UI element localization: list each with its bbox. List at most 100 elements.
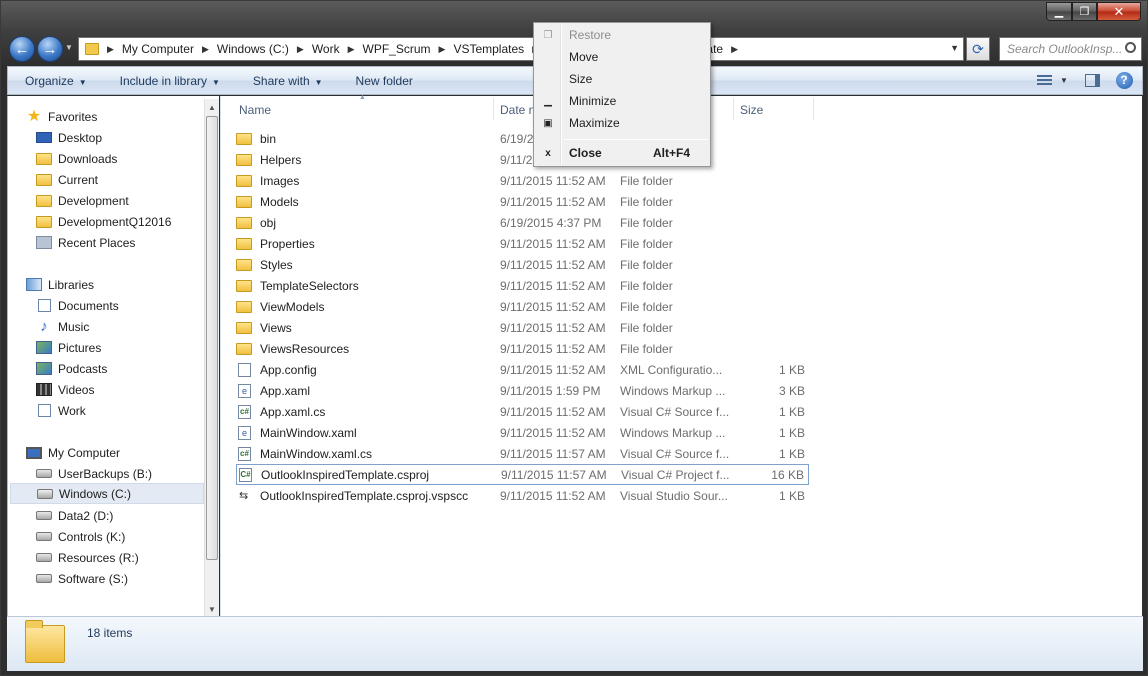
chevron-right-icon[interactable]: ▶: [439, 44, 446, 55]
file-name: MainWindow.xaml: [260, 425, 357, 440]
breadcrumb-windows-c[interactable]: Windows (C:): [217, 42, 289, 56]
file-row[interactable]: ⇆ OutlookInspiredTemplate.csproj.vspscc 9/…: [236, 485, 809, 506]
nav-item-development[interactable]: Development: [36, 190, 230, 211]
nav-item-data2-drive[interactable]: Data2 (D:): [36, 505, 230, 526]
chevron-right-icon[interactable]: ▶: [297, 44, 304, 55]
minimize-window-button[interactable]: ▁: [1046, 2, 1072, 21]
breadcrumb-vstemplates[interactable]: VSTemplates: [453, 42, 524, 56]
column-header-size[interactable]: Size: [740, 102, 763, 124]
file-row[interactable]: App.config 9/11/2015 11:52 AM XML Configur…: [236, 359, 809, 380]
nav-item-work[interactable]: Work: [36, 400, 230, 421]
nav-item-developmentq12016[interactable]: DevelopmentQ12016: [36, 211, 230, 232]
refresh-button[interactable]: ⟳: [966, 37, 990, 61]
close-window-button[interactable]: ✕: [1097, 2, 1141, 21]
nav-item-current[interactable]: Current: [36, 169, 230, 190]
file-row[interactable]: obj 6/19/2015 4:37 PM File folder: [236, 212, 809, 233]
organize-button[interactable]: Organize ▼: [8, 74, 103, 88]
file-row[interactable]: c# App.xaml.cs 9/11/2015 11:52 AM Visual C#…: [236, 401, 809, 422]
nav-item-videos[interactable]: Videos: [36, 379, 230, 400]
include-in-library-label: Include in library: [119, 73, 207, 88]
chevron-right-icon[interactable]: ▶: [731, 44, 738, 55]
nav-favorites[interactable]: ★ Favorites: [26, 106, 220, 127]
menu-item-move[interactable]: Move: [536, 46, 708, 68]
file-row[interactable]: ViewsResources 9/11/2015 11:52 AM File fol…: [236, 338, 809, 359]
file-row[interactable]: Views 9/11/2015 11:52 AM File folder: [236, 317, 809, 338]
search-icon[interactable]: [1125, 42, 1136, 53]
file-row[interactable]: c# MainWindow.xaml.cs 9/11/2015 11:57 AM Vi…: [236, 443, 809, 464]
nav-item-resources-drive[interactable]: Resources (R:): [36, 547, 230, 568]
breadcrumb-wpf-scrum[interactable]: WPF_Scrum: [363, 42, 431, 56]
file-row[interactable]: bin 6/19/2: [236, 128, 809, 149]
nav-item-podcasts[interactable]: Podcasts: [36, 358, 230, 379]
preview-pane-button[interactable]: [1082, 71, 1102, 89]
file-row[interactable]: Properties 9/11/2015 11:52 AM File folder: [236, 233, 809, 254]
menu-item-minimize[interactable]: ▁ Minimize: [536, 90, 708, 112]
column-divider[interactable]: [813, 98, 814, 120]
menu-item-size[interactable]: Size: [536, 68, 708, 90]
menu-item-maximize[interactable]: ▣ Maximize: [536, 112, 708, 134]
recent-pages-dropdown[interactable]: ▼: [65, 43, 73, 52]
breadcrumb-my-computer[interactable]: My Computer: [122, 42, 194, 56]
maximize-window-button[interactable]: ❐: [1072, 2, 1097, 21]
new-folder-button[interactable]: New folder: [339, 74, 429, 88]
file-type: Visual C# Project f...: [621, 467, 730, 482]
column-divider[interactable]: [493, 98, 494, 120]
chevron-down-icon[interactable]: ▼: [950, 43, 959, 53]
file-row[interactable]: Helpers 9/11/2: [236, 149, 809, 170]
file-type: File folder: [620, 257, 673, 272]
view-options-dropdown[interactable]: ▼: [1058, 71, 1070, 89]
breadcrumb-work[interactable]: Work: [312, 42, 340, 56]
share-with-label: Share with: [252, 73, 310, 88]
nav-item-pictures[interactable]: Pictures: [36, 337, 230, 358]
nav-item-downloads[interactable]: Downloads: [36, 148, 230, 169]
search-input[interactable]: Search OutlookInsp...: [999, 37, 1142, 61]
file-row[interactable]: C# OutlookInspiredTemplate.csproj 9/11/201…: [236, 464, 809, 485]
change-view-button[interactable]: [1034, 71, 1054, 89]
nav-item-documents[interactable]: Documents: [36, 295, 230, 316]
chevron-right-icon[interactable]: ▶: [348, 44, 355, 55]
file-row[interactable]: Styles 9/11/2015 11:52 AM File folder: [236, 254, 809, 275]
nav-scroll-thumb[interactable]: [206, 116, 218, 560]
include-in-library-button[interactable]: Include in library ▼: [103, 74, 236, 88]
file-name: obj: [260, 215, 277, 230]
folder-icon: [85, 43, 99, 55]
nav-my-computer[interactable]: My Computer: [26, 442, 220, 463]
share-with-button[interactable]: Share with ▼: [236, 74, 339, 88]
nav-item-music[interactable]: ♪ Music: [36, 316, 230, 337]
file-row[interactable]: e App.xaml 9/11/2015 1:59 PM Windows Markup…: [236, 380, 809, 401]
file-row[interactable]: ViewModels 9/11/2015 11:52 AM File folder: [236, 296, 809, 317]
help-button[interactable]: ?: [1114, 71, 1134, 89]
scroll-down-arrow[interactable]: ▼: [208, 605, 216, 614]
menu-item-close[interactable]: x Close Alt+F4: [536, 142, 708, 164]
file-name: Helpers: [260, 152, 302, 167]
nav-scrollbar[interactable]: ▲ ▼: [204, 99, 219, 617]
chevron-right-icon[interactable]: ▶: [202, 44, 209, 55]
file-row[interactable]: e MainWindow.xaml 9/11/2015 11:52 AM Window…: [236, 422, 809, 443]
back-button[interactable]: ←: [9, 36, 35, 62]
nav-item-recent-places[interactable]: Recent Places: [36, 232, 230, 253]
address-bar[interactable]: ▶ My Computer ▶ Windows (C:) ▶ Work ▶ WP…: [78, 37, 964, 61]
folder-icon: [36, 215, 52, 228]
column-divider[interactable]: [733, 98, 734, 120]
network-drive-icon: [36, 574, 52, 583]
column-header-name[interactable]: Name: [239, 102, 271, 124]
item-count: 18 items: [87, 626, 133, 640]
network-drive-icon: [36, 469, 52, 478]
file-row[interactable]: Images 9/11/2015 11:52 AM File folder: [236, 170, 809, 191]
file-row[interactable]: TemplateSelectors 9/11/2015 11:52 AM File …: [236, 275, 809, 296]
menu-item-restore[interactable]: ❐ Restore: [536, 24, 708, 46]
file-name: Views: [260, 320, 292, 335]
help-icon: ?: [1115, 71, 1133, 89]
nav-item-windows-drive[interactable]: Windows (C:): [10, 483, 204, 504]
menu-separator: [564, 139, 707, 140]
nav-item-desktop[interactable]: Desktop: [36, 127, 230, 148]
file-row[interactable]: Models 9/11/2015 11:52 AM File folder: [236, 191, 809, 212]
nav-libraries[interactable]: Libraries: [26, 274, 220, 295]
scroll-up-arrow[interactable]: ▲: [208, 103, 216, 112]
forward-button[interactable]: →: [37, 36, 63, 62]
nav-item-userbackups-drive[interactable]: UserBackups (B:): [36, 463, 230, 484]
nav-item-software-drive[interactable]: Software (S:): [36, 568, 230, 589]
nav-item-controls-drive[interactable]: Controls (K:): [36, 526, 230, 547]
chevron-right-icon[interactable]: ▶: [107, 44, 114, 55]
file-type: File folder: [620, 320, 673, 335]
